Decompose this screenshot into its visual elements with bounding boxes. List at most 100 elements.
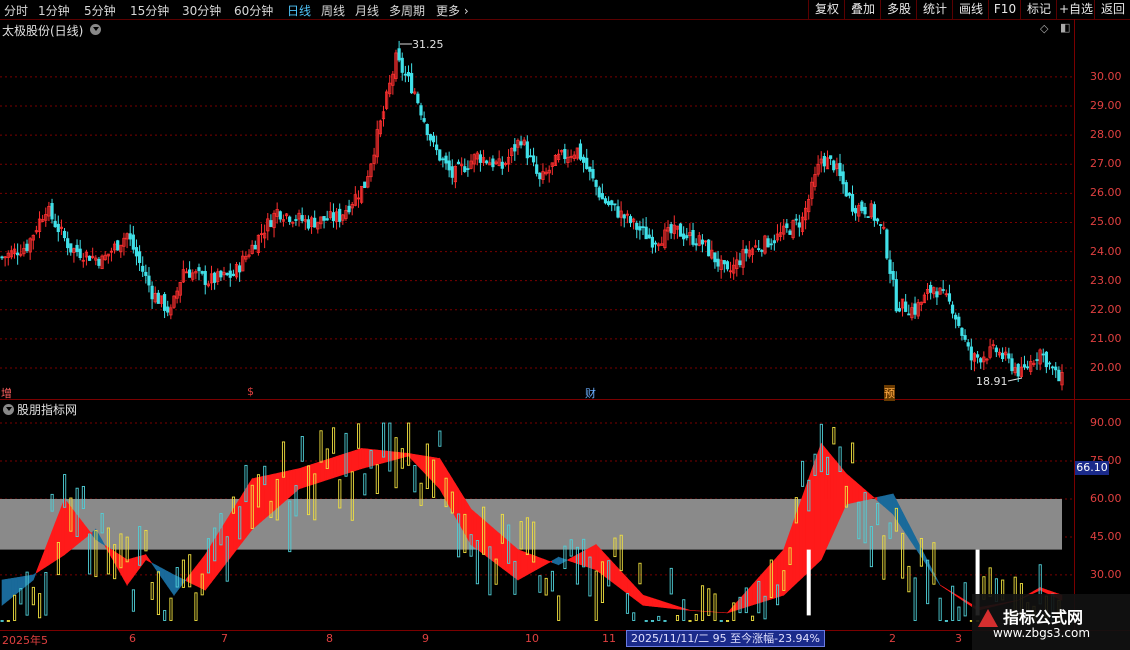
candle-body (832, 160, 836, 171)
event-marker-increase[interactable]: 增 (1, 385, 12, 401)
indicator-area-segment (14, 577, 18, 596)
oscillator-bar (801, 460, 805, 487)
indicator-area-segment (392, 451, 397, 461)
oscillator-bar (944, 620, 948, 622)
candle-body (1016, 363, 1020, 377)
candle-body (1054, 366, 1058, 371)
range-status-box: 2025/11/11/二 95 至今涨幅-23.94% (626, 630, 826, 647)
candle-body (162, 294, 167, 311)
indicator-area-segment (67, 502, 72, 553)
candle-body (844, 182, 848, 197)
indicator-area-segment (405, 452, 409, 458)
oscillator-bar (663, 620, 667, 622)
indicator-area-segment (639, 591, 644, 606)
candle-body (841, 171, 845, 185)
indicator-area-segment (129, 557, 134, 582)
indicator-area-segment (126, 558, 131, 586)
price-tick-label: 25.00 (1090, 215, 1122, 229)
indicator-area-segment (289, 469, 294, 498)
candle-body (56, 223, 60, 233)
indicator-area-segment (936, 578, 941, 586)
price-tick-label: 29.00 (1090, 99, 1122, 113)
candle-body (875, 218, 880, 222)
indicator-area-segment (655, 598, 659, 608)
event-marker-financial[interactable]: 财 (585, 385, 596, 401)
indicator-area-segment (530, 553, 534, 574)
indicator-area-segment (780, 548, 785, 597)
candle-body (772, 240, 776, 244)
indicator-current-value: 66.10 (1075, 461, 1109, 475)
candle-body (594, 180, 598, 187)
candle-body (722, 260, 726, 265)
indicator-area-segment (20, 576, 25, 591)
candle-body (200, 271, 204, 274)
oscillator-bar (44, 571, 48, 616)
indicator-area-segment (54, 515, 59, 562)
indicator-tick-label: 45.00 (1090, 529, 1122, 543)
candle-body (466, 168, 470, 170)
price-tick-label: 27.00 (1090, 157, 1122, 171)
candle-body (66, 238, 70, 249)
oscillator-bar (363, 473, 367, 496)
oscillator-bar (951, 585, 955, 621)
candle-body (425, 124, 429, 136)
chart-canvas (0, 40, 1074, 622)
indicator-area-segment (317, 461, 322, 484)
candle-body (144, 271, 148, 276)
candle-body (463, 166, 467, 172)
candle-body (456, 161, 461, 165)
indicator-area-segment (817, 443, 822, 564)
oscillator-bar (156, 571, 160, 616)
indicator-menu-icon[interactable] (3, 404, 14, 415)
candle-body (500, 161, 504, 169)
oscillator-bar (713, 593, 717, 621)
candle-body (491, 158, 495, 168)
indicator-area-segment (623, 574, 628, 595)
indicator-area-segment (752, 580, 756, 606)
candle-body (397, 48, 401, 61)
oscillator-bar (750, 615, 755, 621)
candle-body (447, 160, 451, 171)
candle-body (822, 156, 826, 167)
candle-body (325, 218, 329, 221)
indicator-area-segment (630, 580, 634, 599)
indicator-area-segment (870, 494, 876, 500)
oscillator-bar (13, 594, 17, 621)
candle-body (904, 301, 908, 312)
candle-body (62, 230, 67, 239)
indicator-area-segment (545, 559, 550, 565)
candle-body (300, 215, 304, 222)
oscillator-bar (550, 570, 554, 592)
indicator-area-segment (1042, 588, 1047, 594)
oscillator-bar (400, 448, 404, 469)
indicator-area-segment (673, 604, 678, 610)
indicator-area-segment (792, 514, 797, 587)
event-marker-forecast[interactable]: 预 (884, 385, 895, 401)
back-button[interactable]: 返回 (1094, 0, 1130, 19)
indicator-area-segment (799, 496, 803, 582)
indicator-area-segment (242, 487, 247, 543)
indicator-area-segment (774, 555, 778, 599)
candle-body (622, 214, 626, 219)
indicator-area-segment (348, 450, 353, 474)
indicator-area-segment (605, 553, 609, 580)
indicator-area-segment (364, 448, 369, 469)
oscillator-bar (538, 575, 542, 593)
candle-body (585, 157, 589, 169)
indicator-area-segment (761, 569, 766, 603)
oscillator-bar (638, 562, 642, 585)
candle-body (213, 272, 217, 283)
indicator-area-segment (558, 556, 563, 566)
event-marker-dividend[interactable]: $ (247, 385, 254, 398)
candle-body (1026, 366, 1030, 369)
indicator-area-segment (411, 453, 416, 464)
indicator-area-segment (552, 558, 556, 565)
oscillator-bar (194, 592, 198, 621)
price-tick-label: 22.00 (1090, 302, 1122, 316)
oscillator-bar (575, 546, 579, 585)
candle-body (894, 279, 898, 312)
indicator-area-segment (667, 602, 672, 609)
oscillator-bar (594, 570, 598, 621)
indicator-area-segment (442, 462, 447, 502)
indicator-area-segment (273, 472, 278, 512)
